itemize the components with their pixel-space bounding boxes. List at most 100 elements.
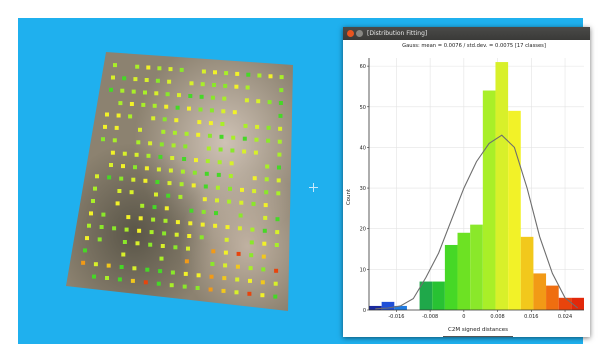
cloud-point — [228, 186, 232, 191]
cloud-point — [144, 166, 149, 171]
histogram-bar[interactable] — [369, 305, 382, 310]
y-axis-label: Count — [346, 188, 352, 205]
cloud-point — [92, 274, 96, 279]
cloud-point — [268, 74, 273, 79]
cloud-point — [124, 227, 129, 232]
histogram-bar[interactable] — [432, 281, 445, 310]
cloud-point — [275, 217, 280, 222]
crosshair-icon — [309, 183, 318, 192]
histogram-svg[interactable]: Gauss: mean = 0.0076 / std.dev. = 0.0075… — [343, 40, 590, 337]
cloud-point — [107, 175, 112, 180]
cloud-point — [227, 199, 232, 204]
cloud-point — [234, 84, 239, 89]
cloud-point — [129, 102, 134, 106]
close-icon[interactable] — [347, 30, 354, 37]
cloud-point — [260, 293, 265, 298]
cloud-point — [189, 81, 194, 86]
x-tick-label: 0 — [462, 314, 465, 320]
cloud-point — [188, 94, 193, 98]
cloud-point — [276, 191, 281, 196]
histogram-bar[interactable] — [470, 224, 483, 310]
cloud-point — [276, 178, 281, 183]
cloud-point — [113, 63, 117, 68]
cloud-point — [207, 133, 212, 138]
cloud-point — [247, 291, 252, 296]
cloud-point — [171, 143, 176, 148]
histogram-plot[interactable]: Gauss: mean = 0.0076 / std.dev. = 0.0075… — [343, 40, 590, 337]
cloud-point — [265, 164, 270, 169]
cloud-point — [143, 90, 147, 95]
cloud-point — [243, 123, 248, 128]
histogram-bar[interactable] — [482, 90, 496, 310]
cloud-point — [149, 230, 154, 235]
histogram-bar[interactable] — [533, 273, 547, 310]
cloud-point — [97, 237, 102, 242]
cloud-point — [214, 211, 218, 216]
cloud-point — [217, 160, 222, 165]
cloud-point — [277, 152, 282, 157]
cloud-point — [205, 159, 210, 164]
cloud-point — [274, 243, 279, 247]
cloud-point — [182, 284, 187, 289]
cloud-point — [175, 220, 180, 225]
histogram-bar[interactable] — [520, 236, 534, 310]
cloud-point — [85, 236, 89, 241]
cloud-point — [112, 138, 117, 143]
cloud-point — [148, 141, 153, 146]
cloud-point — [157, 66, 162, 71]
cloud-point — [106, 263, 111, 268]
cloud-point — [221, 109, 226, 114]
histogram-bar[interactable] — [546, 285, 559, 310]
cloud-point — [154, 91, 159, 96]
cloud-point — [248, 266, 253, 271]
cloud-point — [229, 161, 234, 166]
cloud-point — [152, 205, 157, 210]
cloud-point — [91, 199, 95, 203]
cloud-point — [131, 89, 136, 94]
cloud-point — [279, 75, 284, 80]
cloud-point — [273, 294, 278, 299]
cloud-point — [138, 127, 142, 132]
histogram-bar[interactable] — [508, 110, 521, 310]
cloud-point — [131, 177, 136, 182]
window-titlebar[interactable]: [Distribution Fitting] — [343, 27, 590, 40]
cloud-point — [236, 251, 241, 256]
cloud-point — [260, 280, 265, 285]
cloud-point — [208, 121, 213, 126]
cloud-point — [121, 252, 126, 257]
y-tick-label: 30 — [360, 186, 366, 192]
cloud-point — [261, 254, 266, 259]
cloud-point — [156, 167, 161, 172]
cloud-point — [275, 230, 280, 235]
cloud-point — [256, 99, 261, 104]
cloud-point — [151, 217, 156, 222]
cloud-point — [168, 168, 173, 173]
histogram-bar[interactable] — [558, 297, 572, 310]
histogram-bar[interactable] — [495, 62, 509, 310]
y-tick-label: 60 — [360, 64, 366, 70]
cloud-point — [130, 278, 135, 283]
histogram-bar[interactable] — [457, 232, 471, 310]
cloud-point — [222, 276, 227, 281]
cloud-point — [201, 209, 206, 214]
cloud-point — [115, 201, 120, 206]
cloud-point — [192, 170, 197, 175]
cloud-point — [144, 78, 149, 82]
minimize-icon[interactable] — [356, 30, 363, 37]
cloud-point — [119, 265, 124, 269]
x-tick-label: 0.024 — [558, 314, 572, 320]
cloud-point — [209, 274, 214, 279]
cloud-point — [179, 182, 184, 187]
histogram-bar[interactable] — [444, 244, 458, 310]
cloud-point — [114, 125, 119, 130]
cloud-point — [242, 149, 247, 154]
cloud-point — [179, 67, 184, 72]
cloud-point — [187, 234, 192, 238]
cloud-point — [93, 262, 98, 267]
cloud-point — [170, 156, 175, 160]
cloud-point — [183, 144, 188, 149]
cloud-point — [134, 152, 139, 157]
cloud-point — [200, 222, 205, 227]
cloud-point — [262, 228, 267, 233]
cloud-point — [212, 83, 216, 87]
